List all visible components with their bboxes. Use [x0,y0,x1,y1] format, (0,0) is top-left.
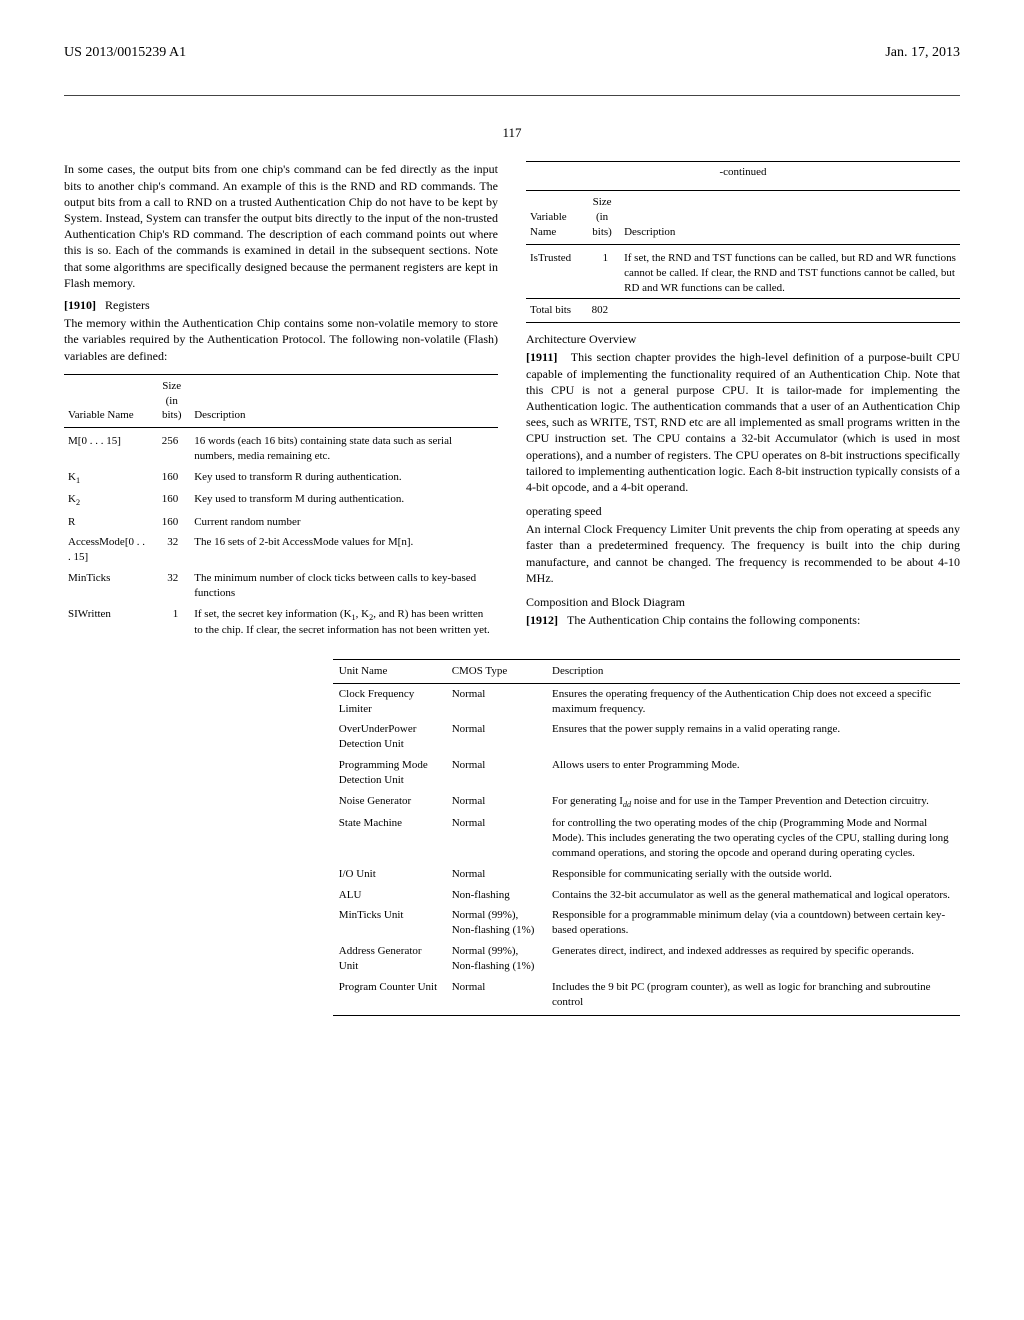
table-row: AccessMode[0 . . . 15] 32 The 16 sets of… [64,532,498,568]
variables-table: Variable Name Size (in bits) Description… [64,374,498,641]
vars-th-name: Variable Name [526,191,584,245]
vars-th-size: Size (in bits) [153,374,190,428]
components-table: Unit Name CMOS Type Description Clock Fr… [333,659,960,1017]
table-row: ALU Non-flashing Contains the 32-bit acc… [333,885,960,906]
table-row: Clock Frequency Limiter Normal Ensures t… [333,683,960,719]
table-row: MinTicks 32 The minimum number of clock … [64,568,498,604]
table-row: OverUnderPower Detection Unit Normal Ens… [333,719,960,755]
components-th-cmos: CMOS Type [446,659,546,683]
vars-th-desc: Description [620,191,960,245]
table-row: K2 160 Key used to transform M during au… [64,489,498,511]
table-row: State Machine Normal for controlling the… [333,813,960,864]
table-row: SIWritten 1 If set, the secret key infor… [64,604,498,641]
registers-body: The memory within the Authentication Chi… [64,315,498,364]
architecture-label: [1911] [526,350,557,364]
right-column: -continued Variable Name Size (in bits) … [526,161,960,644]
table-row: K1 160 Key used to transform R during au… [64,467,498,489]
table-totals-row: Total bits 802 [526,299,960,323]
components-th-unit: Unit Name [333,659,446,683]
intro-paragraph: In some cases, the output bits from one … [64,161,498,291]
operating-speed-heading: operating speed [526,503,960,519]
vars-th-desc: Description [190,374,498,428]
table-row: Programming Mode Detection Unit Normal A… [333,755,960,791]
registers-title: Registers [105,298,150,312]
table-row: IsTrusted 1 If set, the RND and TST func… [526,244,960,299]
vars-th-size: Size (in bits) [584,191,620,245]
variables-table-continued: Variable Name Size (in bits) Description… [526,190,960,323]
table-row: R 160 Current random number [64,512,498,533]
table-row: Program Counter Unit Normal Includes the… [333,977,960,1016]
composition-heading: Composition and Block Diagram [526,594,960,610]
composition-label: [1912] [526,613,558,627]
table-row: Noise Generator Normal For generating Id… [333,791,960,813]
header-divider [64,69,960,96]
table-row: Address Generator Unit Normal (99%), Non… [333,941,960,977]
continued-label: -continued [526,161,960,180]
components-table-wrap: Unit Name CMOS Type Description Clock Fr… [333,659,960,1017]
composition-paragraph: [1912] The Authentication Chip contains … [526,612,960,628]
registers-heading: [1910] Registers [64,297,498,313]
two-column-layout: In some cases, the output bits from one … [64,161,960,644]
architecture-paragraph: [1911] This section chapter provides the… [526,349,960,495]
publication-date: Jan. 17, 2013 [885,44,960,63]
registers-label: [1910] [64,298,96,312]
page-header: US 2013/0015239 A1 Jan. 17, 2013 [64,44,960,63]
left-column: In some cases, the output bits from one … [64,161,498,644]
publication-number: US 2013/0015239 A1 [64,44,186,63]
table-row: I/O Unit Normal Responsible for communic… [333,864,960,885]
architecture-heading: Architecture Overview [526,331,960,347]
table-row: MinTicks Unit Normal (99%), Non-flashing… [333,905,960,941]
table-row: M[0 . . . 15] 256 16 words (each 16 bits… [64,428,498,467]
components-th-desc: Description [546,659,960,683]
page-number: 117 [64,124,960,142]
operating-speed-body: An internal Clock Frequency Limiter Unit… [526,521,960,586]
vars-th-name: Variable Name [64,374,153,428]
